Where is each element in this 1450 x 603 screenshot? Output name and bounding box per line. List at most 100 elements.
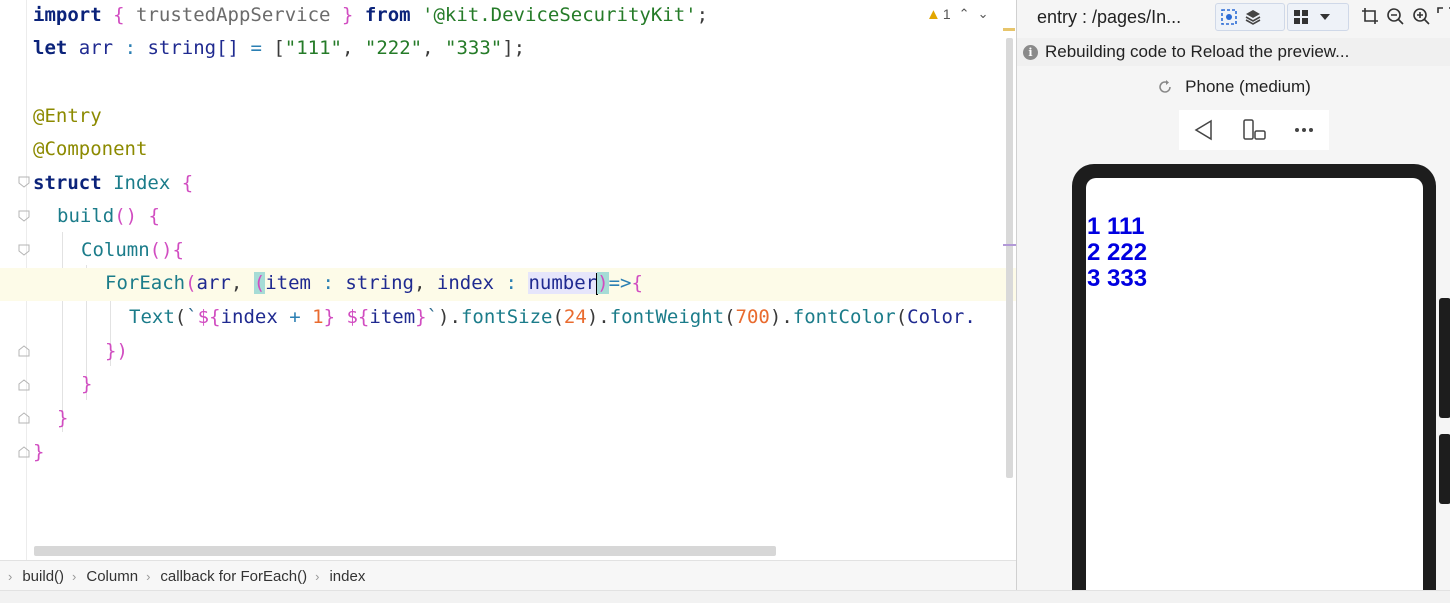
preview-title[interactable]: entry : /pages/In... (1037, 7, 1181, 28)
chevron-right-icon: › (8, 568, 13, 584)
template-open: ${ (197, 306, 221, 328)
vertical-scrollbar[interactable] (1003, 28, 1016, 480)
code-line-10[interactable]: Text(`${index + 1} ${item}`).fontSize(24… (129, 302, 976, 335)
back-triangle-icon[interactable] (1192, 118, 1216, 142)
preview-status-text: Rebuilding code to Reload the preview... (1045, 42, 1350, 61)
zoom-out-icon[interactable] (1386, 7, 1404, 25)
more-dots-icon[interactable] (1292, 118, 1316, 142)
fold-open-icon[interactable] (18, 210, 30, 222)
multi-device-icon[interactable] (1292, 8, 1310, 26)
info-icon: i (1023, 44, 1038, 60)
code-line-14[interactable]: } (33, 437, 44, 470)
code-line-6[interactable]: struct Index { (33, 168, 193, 201)
keyword-let: let (33, 37, 68, 59)
brace: { (181, 172, 194, 194)
function-name: build (57, 205, 115, 227)
warning-icon[interactable]: ▲ (926, 6, 941, 23)
breadcrumb: › build() › Column › callback for ForEac… (0, 560, 1016, 591)
chevron-right-icon: › (315, 568, 320, 584)
vertical-scrollbar-thumb[interactable] (1006, 38, 1013, 478)
code-line-12[interactable]: } (81, 369, 92, 402)
brace: { (631, 272, 643, 294)
inspector-icon[interactable] (1220, 8, 1238, 26)
code-area[interactable]: import { trustedAppService } from '@kit.… (0, 0, 1016, 545)
code-line-1[interactable]: import { trustedAppService } from '@kit.… (33, 0, 708, 33)
variable-name: arr (78, 37, 114, 59)
fold-open-icon[interactable] (18, 176, 30, 188)
template-open: ${ (346, 306, 370, 328)
chevron-down-icon[interactable] (1316, 8, 1334, 26)
brace: { (113, 4, 125, 26)
bracket: ]; (502, 37, 526, 59)
breadcrumb-item[interactable]: callback for ForEach() (160, 568, 307, 585)
brace: { (172, 239, 184, 261)
device-selector[interactable]: Phone (medium) (1017, 74, 1450, 100)
phone-screen[interactable]: 1 111 2 222 3 333 (1086, 178, 1423, 590)
refresh-icon[interactable] (1157, 79, 1173, 95)
horizontal-scrollbar-thumb[interactable] (34, 546, 776, 556)
warning-count[interactable]: 1 (943, 6, 951, 22)
multi-device-group (1287, 3, 1349, 31)
template-close: } (323, 306, 336, 328)
param-name: item (265, 272, 311, 294)
method-name: fontSize (460, 306, 553, 328)
breadcrumb-item[interactable]: index (329, 568, 365, 585)
fold-close-icon[interactable] (18, 412, 30, 424)
phone-side-button (1439, 434, 1450, 504)
brace: } (341, 4, 354, 26)
code-line-13[interactable]: } (57, 403, 68, 436)
inspection-widget[interactable]: ▲ 1 ⌃ ⌄ (926, 4, 988, 24)
struct-name: Index (113, 172, 171, 194)
component-name: Text (129, 306, 175, 328)
fit-screen-icon[interactable] (1437, 7, 1450, 25)
preview-text-row[interactable]: 1 111 (1087, 214, 1147, 240)
rotate-device-icon[interactable] (1241, 118, 1267, 142)
indent-guide (62, 232, 63, 432)
expression: item (369, 306, 416, 328)
code-line-2[interactable]: let arr : string[] = ["111", "222", "333… (33, 33, 525, 66)
breadcrumb-item[interactable]: build() (22, 568, 64, 585)
breadcrumb-item[interactable]: Column (86, 568, 138, 585)
parens: () (149, 239, 173, 261)
code-line-7[interactable]: build() { (57, 201, 160, 234)
code-line-9-current[interactable]: ForEach(arr, (item : string, index : num… (0, 268, 1016, 301)
string-literal: "333" (445, 37, 503, 59)
colon: : (505, 272, 517, 294)
code-line-8[interactable]: Column(){ (81, 235, 184, 268)
component-name: Column (81, 239, 150, 261)
chevron-up-icon[interactable]: ⌃ (959, 6, 970, 22)
number-literal: 24 (563, 306, 587, 328)
method-name: fontWeight (609, 306, 725, 328)
fold-close-icon[interactable] (18, 446, 30, 458)
variable-name: arr (196, 272, 231, 294)
preview-toolbar: entry : /pages/In... (1017, 0, 1450, 34)
phone-frame: 1 111 2 222 3 333 (1072, 164, 1436, 590)
phone-side-button (1439, 298, 1450, 418)
preview-text-row[interactable]: 2 222 (1087, 240, 1147, 266)
chevron-right-icon: › (146, 568, 151, 584)
chevron-down-icon[interactable]: ⌄ (978, 6, 989, 22)
template-close: } (415, 306, 427, 328)
keyword-struct: struct (33, 172, 102, 194)
crop-icon[interactable] (1361, 7, 1379, 25)
code-editor[interactable]: import { trustedAppService } from '@kit.… (0, 0, 1016, 560)
inspector-toggle-group (1215, 3, 1285, 31)
fold-close-icon[interactable] (18, 345, 30, 357)
fold-open-icon[interactable] (18, 244, 30, 256)
expression: index (220, 306, 278, 328)
device-name[interactable]: Phone (medium) (1185, 77, 1311, 97)
zoom-in-icon[interactable] (1412, 7, 1430, 25)
warning-marker[interactable] (1003, 28, 1015, 31)
preview-text-row[interactable]: 3 333 (1087, 266, 1147, 292)
comma: , (342, 37, 354, 59)
code-line-11[interactable]: }) (105, 336, 128, 369)
device-controls (1179, 110, 1329, 150)
code-line-4[interactable]: @Entry (33, 101, 102, 134)
param-name: index (436, 272, 495, 294)
layers-icon[interactable] (1244, 8, 1262, 26)
fold-close-icon[interactable] (18, 379, 30, 391)
code-line-5[interactable]: @Component (33, 134, 147, 167)
string-literal: "111" (284, 37, 342, 59)
preview-status-bar: i Rebuilding code to Reload the preview.… (1017, 38, 1450, 66)
decorator: @Entry (33, 105, 102, 127)
